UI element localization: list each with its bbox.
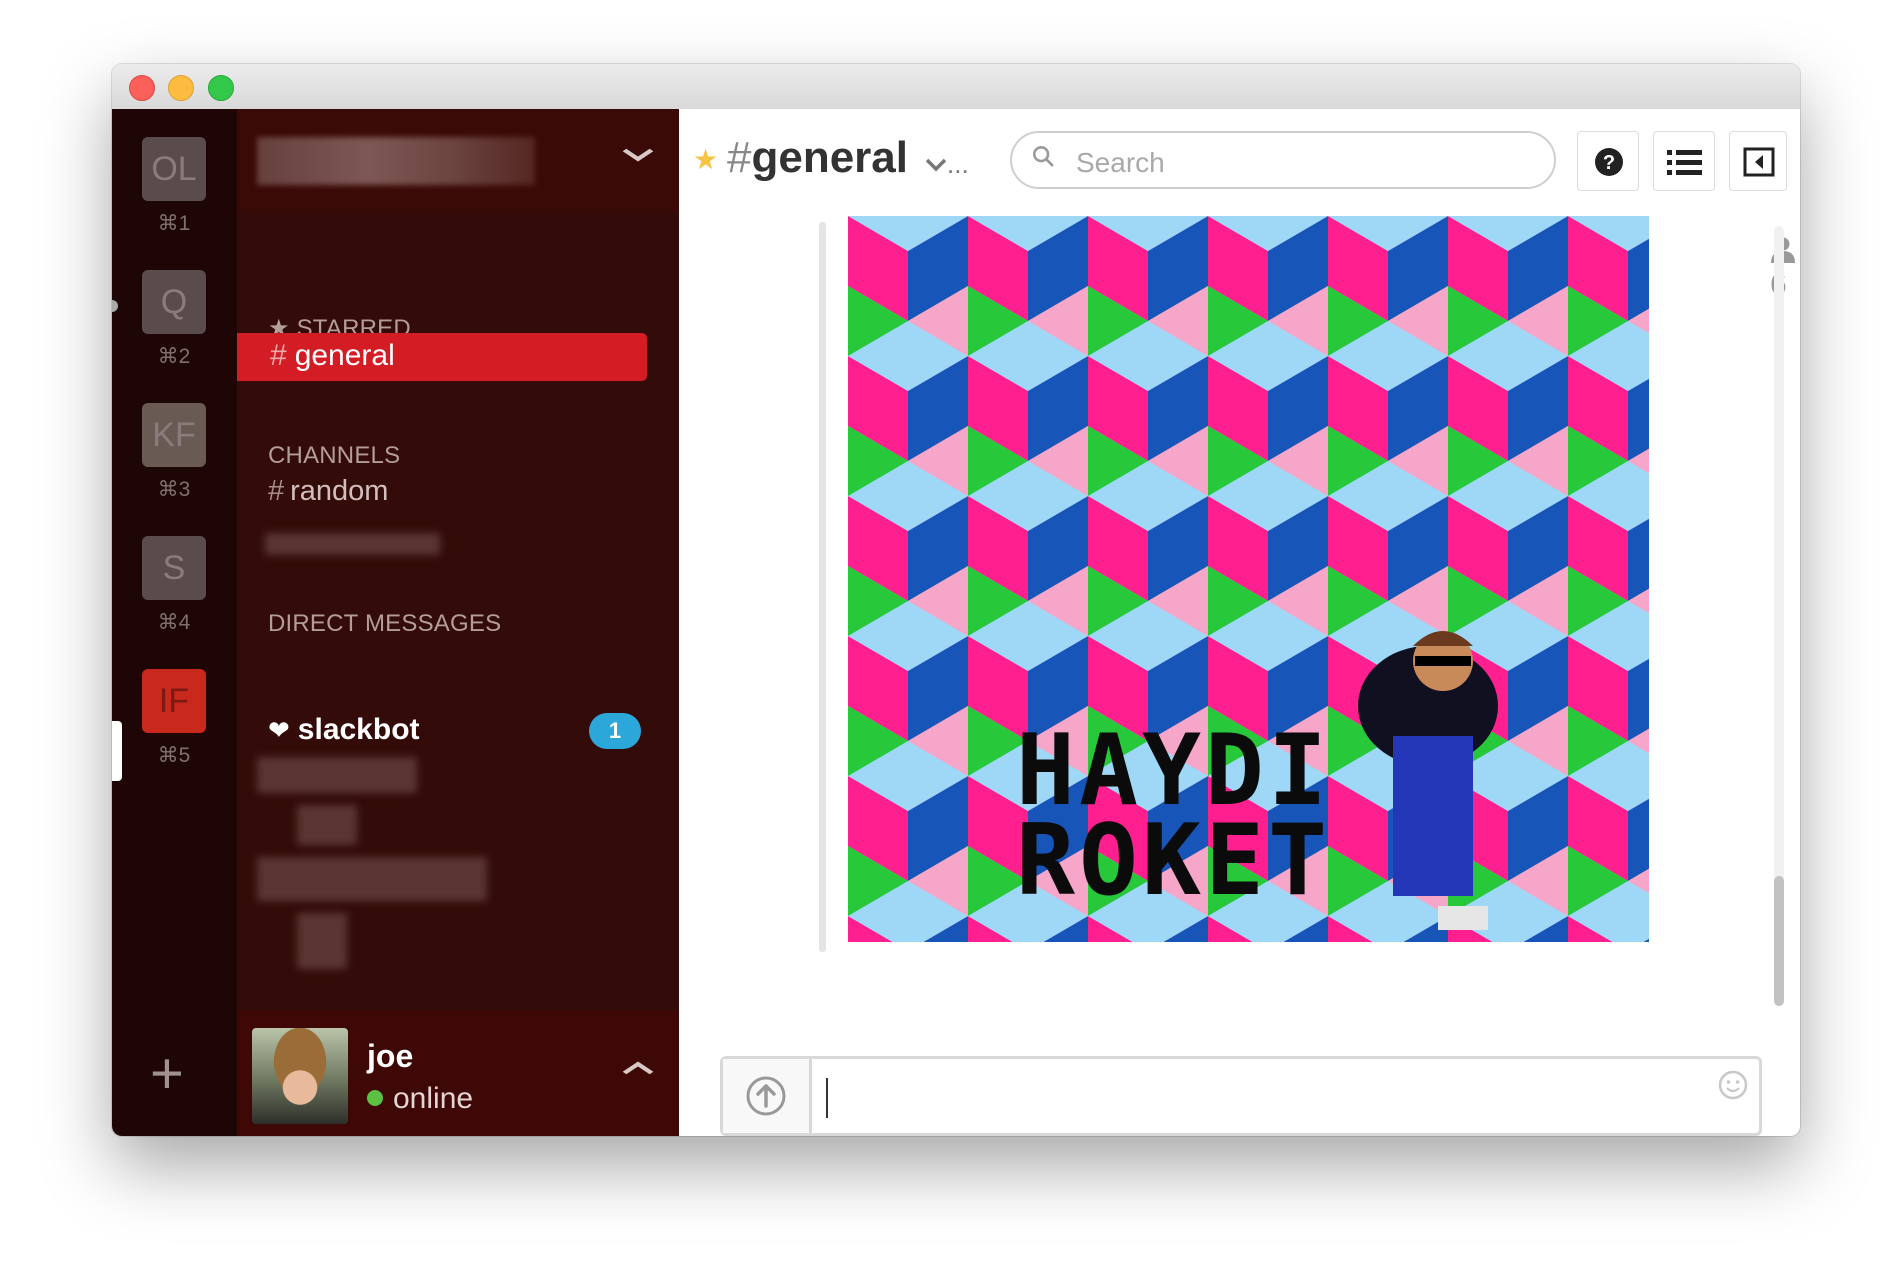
active-team-indicator bbox=[112, 721, 122, 781]
channel-details-button[interactable] bbox=[1653, 131, 1715, 191]
message-composer bbox=[720, 1056, 1762, 1136]
team-tile: IF bbox=[142, 669, 206, 733]
star-icon[interactable]: ★ bbox=[693, 143, 718, 176]
heart-icon: ❤ bbox=[268, 715, 290, 745]
channel-menu[interactable]: ... bbox=[925, 149, 969, 180]
team-ol[interactable]: OL ⌘1 bbox=[142, 137, 206, 236]
main-pane: ★ #general ... Search ? HAYDI ROKET bbox=[679, 109, 1800, 1136]
redacted-dm[interactable] bbox=[297, 805, 357, 845]
redacted-dm[interactable] bbox=[257, 857, 487, 901]
scroll-thumb[interactable] bbox=[1774, 876, 1784, 1006]
image-caption: HAYDI ROKET bbox=[1016, 714, 1332, 918]
hash-icon: # bbox=[270, 339, 287, 372]
channels-section-title[interactable]: CHANNELS bbox=[268, 442, 400, 470]
team-tile: S bbox=[142, 536, 206, 600]
chevron-down-icon bbox=[925, 158, 947, 172]
search-placeholder: Search bbox=[1076, 147, 1165, 178]
toggle-sidebar-button[interactable] bbox=[1729, 131, 1787, 191]
shared-image[interactable]: HAYDI ROKET bbox=[848, 216, 1649, 942]
online-status-icon bbox=[367, 1090, 383, 1106]
question-icon: ? bbox=[1595, 148, 1623, 176]
dm-label: slackbot bbox=[297, 713, 420, 746]
team-shortcut: ⌘5 bbox=[157, 744, 191, 767]
redacted-dm[interactable] bbox=[257, 757, 417, 793]
team-switcher: OL ⌘1 Q ⌘2 KF ⌘3 S ⌘4 IF ⌘5 + bbox=[112, 109, 237, 1136]
team-if[interactable]: IF ⌘5 bbox=[142, 669, 206, 768]
team-s[interactable]: S ⌘4 bbox=[142, 536, 206, 635]
app-window: OL ⌘1 Q ⌘2 KF ⌘3 S ⌘4 IF ⌘5 + ★ STARRED … bbox=[112, 64, 1800, 1136]
sidebar-item-slackbot[interactable]: ❤ slackbot 1 bbox=[268, 713, 641, 753]
upload-button[interactable] bbox=[723, 1059, 812, 1133]
add-team-button[interactable]: + bbox=[150, 1045, 184, 1103]
user-status: online bbox=[367, 1082, 473, 1116]
channel-label: random bbox=[290, 475, 389, 507]
search-input[interactable]: Search bbox=[1010, 131, 1556, 189]
user-name: joe bbox=[367, 1038, 414, 1074]
list-icon bbox=[1667, 150, 1702, 175]
hash-icon: # bbox=[268, 475, 285, 507]
team-tile: KF bbox=[142, 403, 206, 467]
close-window-button[interactable] bbox=[129, 75, 155, 101]
message-attachment-bar bbox=[819, 222, 826, 952]
direct-messages-section-title[interactable]: DIRECT MESSAGES bbox=[268, 610, 501, 638]
team-tile: Q bbox=[142, 270, 206, 334]
title-bar bbox=[112, 64, 1800, 110]
chevron-up-icon[interactable] bbox=[622, 1050, 655, 1084]
user-menu[interactable]: joe online bbox=[237, 1010, 679, 1136]
sidebar-item-random[interactable]: # random bbox=[268, 475, 388, 508]
team-name-redacted bbox=[257, 137, 535, 185]
team-kf[interactable]: KF ⌘3 bbox=[142, 403, 206, 502]
help-button[interactable]: ? bbox=[1577, 131, 1639, 191]
team-menu[interactable] bbox=[237, 109, 679, 211]
minimize-window-button[interactable] bbox=[168, 75, 194, 101]
channel-label: general bbox=[294, 339, 395, 372]
channel-header: ★ #general ... Search ? bbox=[679, 109, 1800, 213]
sidebar-item-general[interactable]: # general bbox=[237, 333, 647, 381]
unread-indicator bbox=[112, 300, 118, 312]
team-shortcut: ⌘4 bbox=[157, 611, 191, 634]
redacted-dm[interactable] bbox=[297, 913, 347, 969]
scrollbar[interactable] bbox=[1774, 226, 1784, 1006]
avatar bbox=[252, 1028, 348, 1124]
channel-title[interactable]: #general bbox=[727, 133, 908, 183]
collapse-panel-icon bbox=[1743, 147, 1775, 177]
message-input[interactable] bbox=[813, 1065, 1687, 1127]
team-shortcut: ⌘3 bbox=[157, 478, 191, 501]
team-shortcut: ⌘1 bbox=[157, 212, 191, 235]
channel-sidebar: ★ STARRED # general CHANNELS # random DIRE… bbox=[237, 109, 679, 1136]
ellipsis: ... bbox=[947, 149, 969, 179]
svg-text:?: ? bbox=[1603, 152, 1615, 174]
text-caret bbox=[826, 1078, 828, 1118]
team-shortcut: ⌘2 bbox=[157, 345, 191, 368]
team-tile: OL bbox=[142, 137, 206, 201]
zoom-window-button[interactable] bbox=[208, 75, 234, 101]
team-q[interactable]: Q ⌘2 bbox=[142, 270, 206, 369]
unread-badge: 1 bbox=[589, 713, 641, 749]
search-icon bbox=[1033, 146, 1054, 167]
emoji-icon[interactable] bbox=[1717, 1069, 1749, 1106]
chevron-down-icon[interactable] bbox=[622, 137, 655, 171]
redacted-channel[interactable] bbox=[265, 533, 440, 555]
upload-icon bbox=[746, 1076, 786, 1116]
